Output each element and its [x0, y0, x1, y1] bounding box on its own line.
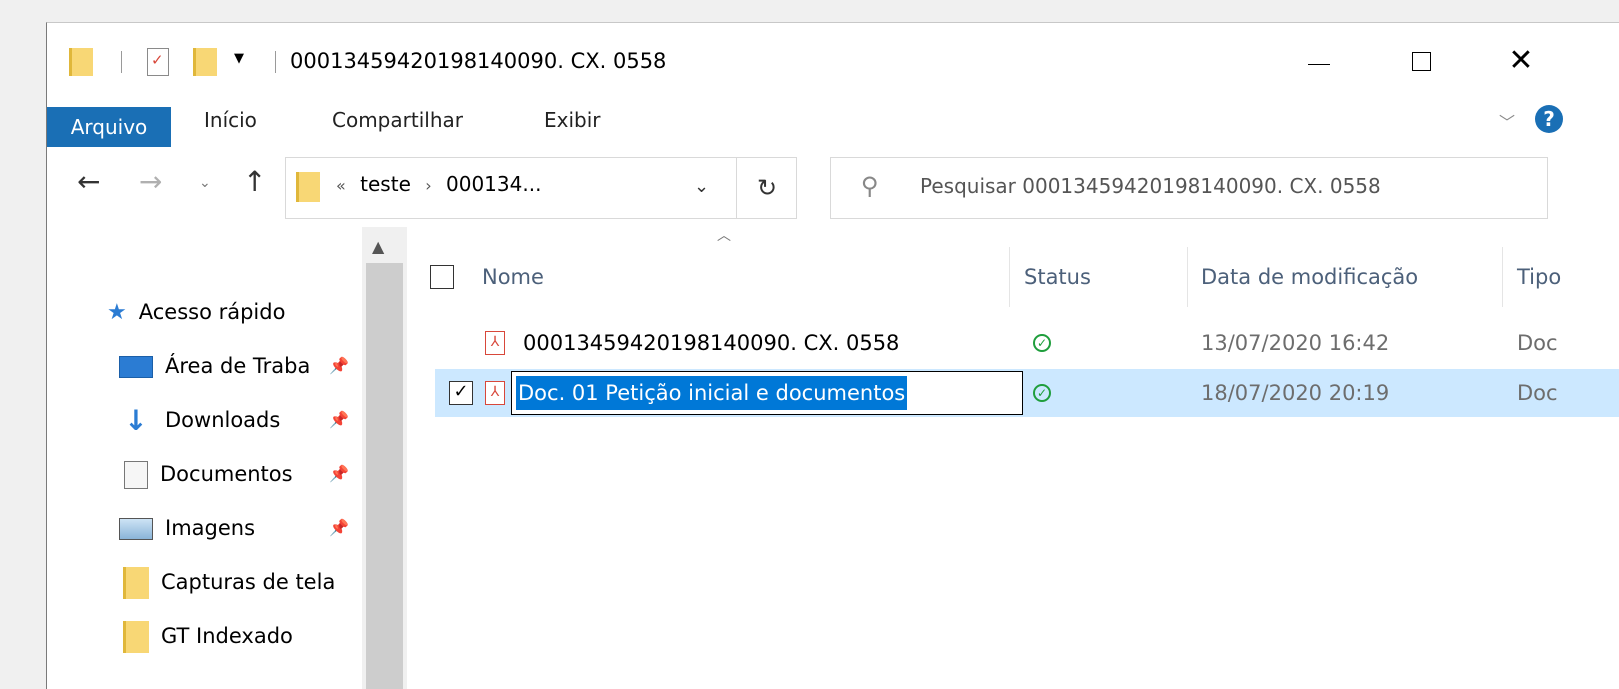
pdf-file-icon: ⅄	[485, 381, 505, 405]
explorer-window: ▼ 00013459420198140090. CX. 0558 ✕ Arqui…	[46, 22, 1619, 689]
toolbar-separator	[275, 51, 276, 73]
nav-item-capturas-de-tela[interactable]: Capturas de tela	[119, 557, 335, 607]
nav-item-label: Área de Traba	[165, 354, 311, 378]
quick-access-star-icon: ★	[107, 300, 127, 325]
expand-ribbon-chevron-icon[interactable]: ﹀	[1499, 109, 1515, 133]
nav-item-label: GT Indexado	[161, 624, 293, 648]
nav-item-documentos[interactable]: Documentos 📌	[119, 449, 349, 499]
minimize-button[interactable]	[1297, 41, 1341, 81]
search-box[interactable]: ⚲ Pesquisar 00013459420198140090. CX. 05…	[830, 157, 1548, 219]
column-header-data-modificacao[interactable]: Data de modificação	[1201, 247, 1418, 307]
pdf-file-icon: ⅄	[485, 331, 505, 355]
nav-item-acesso-rapido[interactable]: ★ Acesso rápido	[107, 287, 285, 337]
breadcrumb-item-teste[interactable]: teste	[360, 172, 411, 196]
nav-item-label: Acesso rápido	[138, 300, 286, 324]
row-checkbox[interactable]: ✓	[449, 381, 473, 405]
forward-arrow-icon[interactable]: →	[139, 165, 162, 198]
up-arrow-icon[interactable]: ↑	[243, 165, 266, 198]
properties-icon[interactable]	[147, 48, 169, 76]
maximize-icon	[1411, 51, 1431, 71]
address-bar[interactable]: « teste › 000134... ⌄ ↻	[285, 157, 797, 219]
pin-icon[interactable]: 📌	[329, 341, 349, 391]
nav-item-area-de-trabalho[interactable]: Área de Traba 📌	[119, 341, 349, 391]
table-row[interactable]: ✓ ⅄ Doc. 01 Petição inicial e documentos…	[435, 369, 1619, 417]
ribbon: Arquivo Início Compartilhar Exibir ﹀ ?	[47, 93, 1619, 148]
title-bar: ▼ 00013459420198140090. CX. 0558 ✕	[47, 23, 1619, 93]
sort-ascending-icon: ︿	[717, 228, 731, 244]
maximize-button[interactable]	[1399, 41, 1443, 81]
column-divider[interactable]	[1187, 247, 1188, 307]
customize-toolbar-dropdown-icon[interactable]: ▼	[234, 51, 244, 66]
download-arrow-icon: ↓	[124, 404, 148, 437]
back-arrow-icon[interactable]: ←	[77, 165, 100, 198]
pin-icon[interactable]: 📌	[329, 503, 349, 553]
desktop-icon	[119, 356, 153, 378]
toolbar-separator	[121, 51, 122, 73]
search-icon: ⚲	[861, 172, 879, 200]
new-folder-icon[interactable]	[193, 48, 217, 76]
tab-exibir[interactable]: Exibir	[544, 103, 601, 137]
tab-inicio[interactable]: Início	[204, 103, 257, 137]
folder-icon[interactable]	[69, 48, 93, 76]
nav-item-gt-indexado[interactable]: GT Indexado	[119, 611, 293, 661]
file-list: ︿ Nome Status Data de modificação Tipo ⅄…	[407, 227, 1619, 689]
minimize-icon	[1308, 63, 1330, 65]
navigation-pane: ★ Acesso rápido Área de Traba 📌 ↓ Download…	[47, 227, 407, 689]
scrollbar-thumb[interactable]	[366, 263, 403, 689]
documents-icon	[124, 461, 148, 489]
column-header-status[interactable]: Status	[1024, 247, 1091, 307]
breadcrumb-overflow[interactable]: «	[336, 176, 346, 195]
nav-pane-scrollbar[interactable]: ▲	[362, 227, 407, 689]
help-icon[interactable]: ?	[1535, 105, 1563, 133]
breadcrumb-item-current[interactable]: 000134...	[446, 172, 541, 196]
tab-compartilhar[interactable]: Compartilhar	[332, 103, 463, 137]
address-dropdown-chevron-icon[interactable]: ⌄	[694, 176, 709, 197]
pin-icon[interactable]: 📌	[329, 395, 349, 445]
folder-icon	[123, 621, 149, 653]
sync-status-ok-icon: ✓	[1033, 384, 1051, 402]
pictures-icon	[119, 518, 153, 540]
file-date: 18/07/2020 20:19	[1201, 381, 1390, 405]
nav-item-label: Capturas de tela	[161, 570, 336, 594]
column-header-tipo[interactable]: Tipo	[1517, 247, 1561, 307]
recent-locations-chevron-icon[interactable]: ⌄	[199, 175, 211, 191]
table-row[interactable]: ⅄ 00013459420198140090. CX. 0558 ✓ 13/07…	[435, 319, 1619, 367]
rename-input[interactable]: Doc. 01 Petição inicial e documentos	[511, 371, 1023, 415]
tab-arquivo[interactable]: Arquivo	[47, 107, 171, 147]
select-all-checkbox[interactable]	[430, 265, 454, 289]
close-icon: ✕	[1508, 43, 1534, 78]
file-type: Doc	[1517, 331, 1558, 355]
column-divider[interactable]	[1502, 247, 1503, 307]
close-button[interactable]: ✕	[1499, 41, 1543, 81]
nav-item-imagens[interactable]: Imagens 📌	[119, 503, 349, 553]
nav-item-label: Imagens	[165, 516, 256, 540]
column-divider[interactable]	[1009, 247, 1010, 307]
folder-icon	[123, 567, 149, 599]
file-name[interactable]: 00013459420198140090. CX. 0558	[523, 319, 899, 367]
sync-status-ok-icon: ✓	[1033, 334, 1051, 352]
nav-item-label: Downloads	[165, 408, 281, 432]
pin-icon[interactable]: 📌	[329, 449, 349, 499]
breadcrumb-separator-icon[interactable]: ›	[425, 176, 431, 195]
scroll-up-chevron-icon[interactable]: ▲	[372, 237, 384, 256]
folder-icon	[296, 172, 320, 202]
file-date: 13/07/2020 16:42	[1201, 331, 1390, 355]
column-header-nome[interactable]: Nome	[482, 247, 544, 307]
breadcrumb: « teste › 000134...	[336, 172, 541, 196]
nav-item-label: Documentos	[160, 462, 293, 486]
navigation-row: ← → ⌄ ↑ « teste › 000134... ⌄ ↻ ⚲ Pesqui…	[47, 147, 1619, 227]
refresh-icon[interactable]: ↻	[736, 158, 797, 218]
file-type: Doc	[1517, 381, 1558, 405]
window-title: 00013459420198140090. CX. 0558	[290, 49, 667, 73]
rename-selected-text[interactable]: Doc. 01 Petição inicial e documentos	[516, 376, 908, 410]
nav-item-downloads[interactable]: ↓ Downloads 📌	[119, 395, 349, 445]
search-input[interactable]: Pesquisar 00013459420198140090. CX. 0558	[920, 174, 1381, 198]
